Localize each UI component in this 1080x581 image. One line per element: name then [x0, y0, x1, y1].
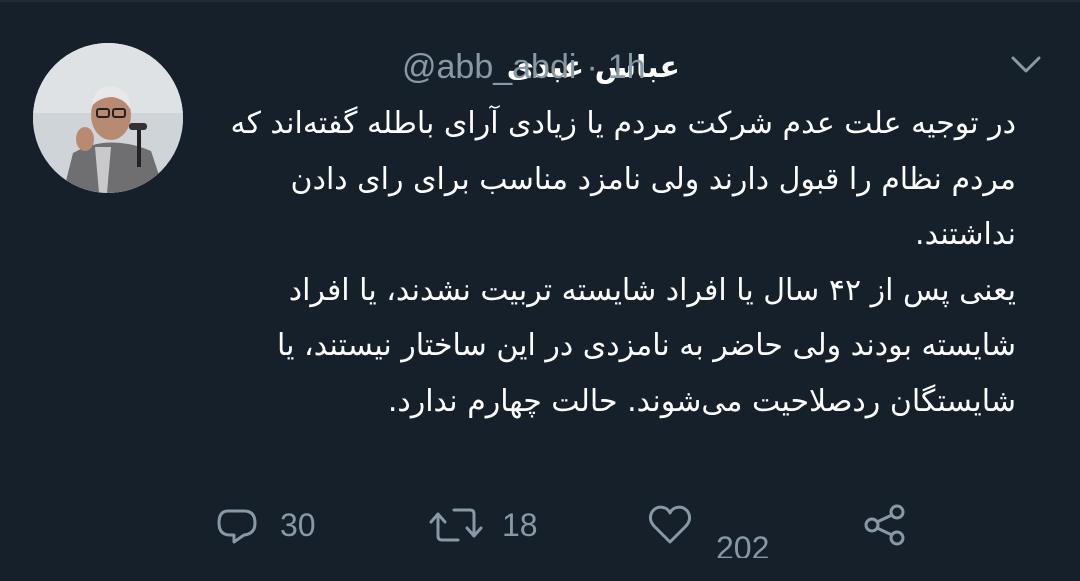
share-button[interactable]	[862, 495, 908, 555]
tweet-paragraph: یعنی پس از ۴۲ سال یا افراد شایسته تربیت …	[277, 272, 1016, 419]
retweet-icon	[429, 508, 483, 542]
separator-dot: ·	[586, 47, 598, 86]
user-handle[interactable]: @abb_abdi	[402, 48, 576, 87]
like-button[interactable]	[646, 495, 694, 555]
top-divider	[0, 0, 1080, 2]
reply-icon	[217, 509, 257, 544]
tweet-paragraph: در توجیه علت عدم شرکت مردم یا زیادی آرای…	[230, 106, 1017, 252]
retweet-count: 18	[502, 506, 538, 543]
action-bar: 30 18	[0, 495, 1080, 555]
share-icon	[864, 504, 905, 546]
reply-count: 30	[280, 506, 316, 543]
like-count: 202	[716, 530, 770, 558]
retweet-button[interactable]: 18	[428, 495, 538, 555]
reply-button[interactable]: 30	[214, 495, 316, 555]
heart-icon	[648, 505, 692, 544]
tweet-text: در توجیه علت عدم شرکت مردم یا زیادی آرای…	[196, 96, 1017, 429]
avatar-image	[33, 43, 183, 193]
avatar[interactable]	[33, 43, 183, 193]
chevron-down-icon[interactable]	[1008, 52, 1044, 76]
timestamp[interactable]: 1h	[608, 48, 646, 87]
handle-time: @abb_abdi · 1h	[402, 44, 646, 90]
